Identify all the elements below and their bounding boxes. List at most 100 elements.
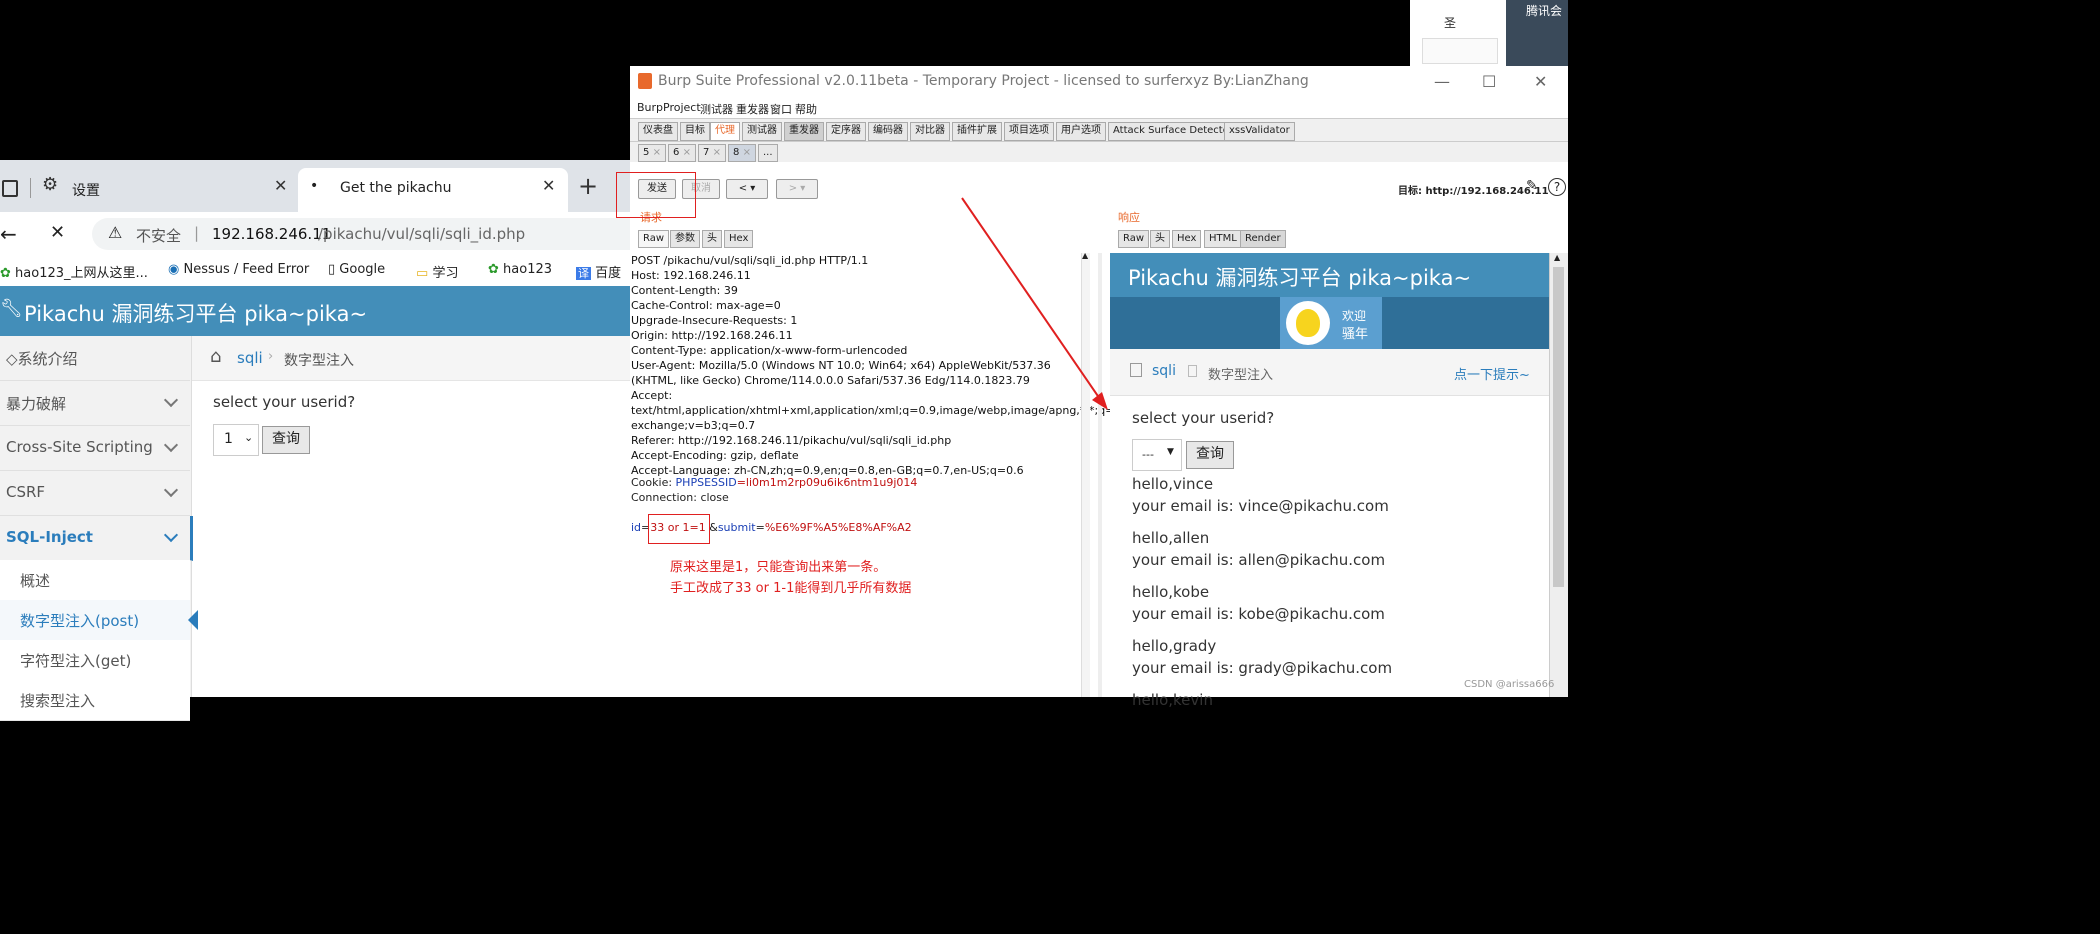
back-arrow-icon[interactable]: ←	[0, 222, 17, 246]
result-hello: hello,allen	[1132, 529, 1210, 547]
query-button[interactable]: 查询	[262, 426, 310, 454]
request-tab-params[interactable]: 参数	[670, 230, 700, 248]
url-box[interactable]: ⚠ 不安全 | 192.168.246.11 /pikachu/vul/sqli…	[92, 218, 652, 250]
burp-main-tabs: 仪表盘 目标 代理 测试器 重发器 定序器 编码器 对比器 插件扩展 项目选项 …	[630, 118, 1568, 142]
bookmark-hao123-home[interactable]: ✿ hao123_上网从这里...	[0, 262, 148, 281]
render-query-button[interactable]: 查询	[1186, 441, 1234, 469]
sidebar-sub-numeric-post[interactable]: 数字型注入(post)	[0, 600, 198, 641]
sidebar-sub-string-get[interactable]: 字符型注入(get)	[0, 640, 190, 681]
diamond-icon: ◇	[6, 350, 18, 368]
prev-button[interactable]: < ▾	[726, 179, 768, 199]
sidebar-item-label: 系统介绍	[17, 350, 78, 368]
menu-project[interactable]: Project	[663, 101, 701, 114]
chevron-down-icon: ⌄	[244, 431, 254, 444]
breadcrumb-link-sqli[interactable]: sqli	[237, 349, 263, 367]
tab-sequencer[interactable]: 定序器	[826, 122, 866, 141]
request-tab-headers[interactable]: 头	[702, 230, 722, 248]
scroll-up-icon[interactable]: ▲	[1554, 253, 1560, 262]
sidebar-item-bruteforce[interactable]: 暴力破解	[0, 381, 190, 426]
close-icon[interactable]: ×	[683, 147, 691, 158]
welcome-text-2: 骚年	[1342, 327, 1369, 342]
sidebar-toggle-icon[interactable]	[2, 180, 18, 197]
scroll-thumb[interactable]	[1553, 267, 1564, 587]
bookmark-label: 百度	[595, 266, 622, 281]
response-tab-raw[interactable]: Raw	[1118, 230, 1150, 248]
render-breadcrumb-link[interactable]: sqli	[1152, 363, 1176, 379]
menu-help[interactable]: 帮助	[795, 101, 817, 117]
repeater-tab-7[interactable]: 7 ×	[698, 144, 726, 162]
userid-select[interactable]: 1 ⌄	[213, 424, 259, 456]
response-tab-render[interactable]: Render	[1240, 230, 1286, 248]
minimize-button[interactable]: —	[1434, 72, 1450, 91]
tab-user-options[interactable]: 用户选项	[1056, 122, 1106, 141]
sidebar-item-xss[interactable]: Cross-Site Scripting	[0, 426, 190, 471]
tab-extender[interactable]: 插件扩展	[952, 122, 1002, 141]
close-icon[interactable]: ✕	[542, 176, 555, 195]
request-tab-hex[interactable]: Hex	[724, 230, 754, 248]
tab-dashboard[interactable]: 仪表盘	[638, 122, 678, 141]
close-icon[interactable]: ×	[713, 147, 721, 158]
tab-intruder[interactable]: 测试器	[742, 122, 782, 141]
home-icon[interactable]: ⌂	[210, 346, 221, 367]
menu-intruder[interactable]: 测试器	[700, 101, 733, 117]
stop-loading-icon[interactable]: ✕	[50, 222, 65, 243]
repeater-tab-more[interactable]: ...	[758, 144, 778, 162]
bookmark-folder-study[interactable]: ▭ 学习	[416, 262, 458, 281]
sidebar-sub-search[interactable]: 搜索型注入	[0, 680, 190, 721]
close-icon[interactable]: ×	[653, 147, 661, 158]
tab-target[interactable]: 目标	[680, 122, 710, 141]
sidebar-item-sqli[interactable]: SQL-Inject	[0, 516, 193, 561]
close-icon[interactable]: ✕	[274, 176, 287, 195]
translate-icon: 译	[576, 267, 591, 280]
folder-icon: ▭	[416, 266, 429, 281]
send-highlight-box	[616, 172, 696, 218]
next-button[interactable]: > ▾	[776, 179, 818, 199]
tab-proxy[interactable]: 代理	[710, 122, 740, 141]
bookmark-nessus[interactable]: ◉ Nessus / Feed Error	[168, 262, 309, 277]
bookmark-baidu[interactable]: 译 百度	[576, 262, 621, 281]
menu-repeater[interactable]: 重发器	[736, 101, 769, 117]
tab-attack-surface-detector[interactable]: Attack Surface Detector	[1108, 122, 1238, 141]
render-select[interactable]: --- ▼	[1132, 439, 1182, 471]
response-scrollbar[interactable]: ▲	[1549, 253, 1568, 697]
request-tab-raw[interactable]: Raw	[638, 230, 670, 248]
edit-target-icon[interactable]: ✎	[1526, 178, 1538, 194]
new-tab-button[interactable]: +	[578, 172, 598, 200]
response-tab-headers[interactable]: 头	[1150, 230, 1170, 248]
hint-link[interactable]: 点一下提示~	[1454, 364, 1530, 383]
bookmark-google[interactable]: ▯ Google	[328, 262, 385, 277]
active-indicator	[188, 610, 198, 630]
tab-settings-label: 设置	[72, 183, 100, 199]
maximize-button[interactable]: ☐	[1482, 72, 1496, 91]
tab-repeater[interactable]: 重发器	[784, 122, 824, 141]
close-icon[interactable]: ×	[743, 147, 751, 158]
render-header: Pikachu 漏洞练习平台 pika~pika~	[1110, 253, 1550, 297]
result-item: hello,allen your email is: allen@pikachu.…	[1132, 527, 1392, 581]
close-button[interactable]: ✕	[1534, 72, 1547, 91]
repeater-tab-5[interactable]: 5 ×	[638, 144, 666, 162]
pikachu-sidebar: ◇系统介绍 暴力破解 Cross-Site Scripting CSRF SQL…	[0, 336, 198, 721]
tab-settings[interactable]: ⚙ 设置 ✕	[0, 168, 296, 210]
tab-get-the-pikachu[interactable]: • Get the pikachu ✕	[298, 168, 568, 212]
response-tab-html[interactable]: HTML	[1204, 230, 1242, 248]
help-icon[interactable]: ?	[1548, 178, 1566, 196]
response-tab-hex[interactable]: Hex	[1172, 230, 1202, 248]
dropdown-icon: ▾	[750, 183, 756, 194]
sidebar-item-csrf[interactable]: CSRF	[0, 471, 190, 516]
pikachu-avatar	[1286, 301, 1330, 345]
sidebar-sub-overview[interactable]: 概述	[0, 560, 190, 601]
wrench-icon: 🔧︎	[0, 298, 23, 319]
menu-window[interactable]: 窗口	[770, 101, 792, 117]
tab-comparer[interactable]: 对比器	[910, 122, 950, 141]
repeater-tab-6[interactable]: 6 ×	[668, 144, 696, 162]
sidebar-item-label: Cross-Site Scripting	[6, 438, 153, 456]
menu-burp[interactable]: Burp	[637, 101, 663, 114]
bookmark-hao123[interactable]: ✿ hao123	[488, 262, 552, 277]
tab-decoder[interactable]: 编码器	[868, 122, 908, 141]
sidebar-item-intro[interactable]: ◇系统介绍	[0, 336, 190, 381]
repeater-tab-8[interactable]: 8 ×	[728, 144, 756, 162]
chevron-down-icon	[163, 437, 179, 453]
result-list: hello,vince your email is: vince@pikachu.…	[1132, 473, 1392, 711]
tab-xssvalidator[interactable]: xssValidator	[1224, 122, 1295, 141]
tab-project-options[interactable]: 项目选项	[1004, 122, 1054, 141]
